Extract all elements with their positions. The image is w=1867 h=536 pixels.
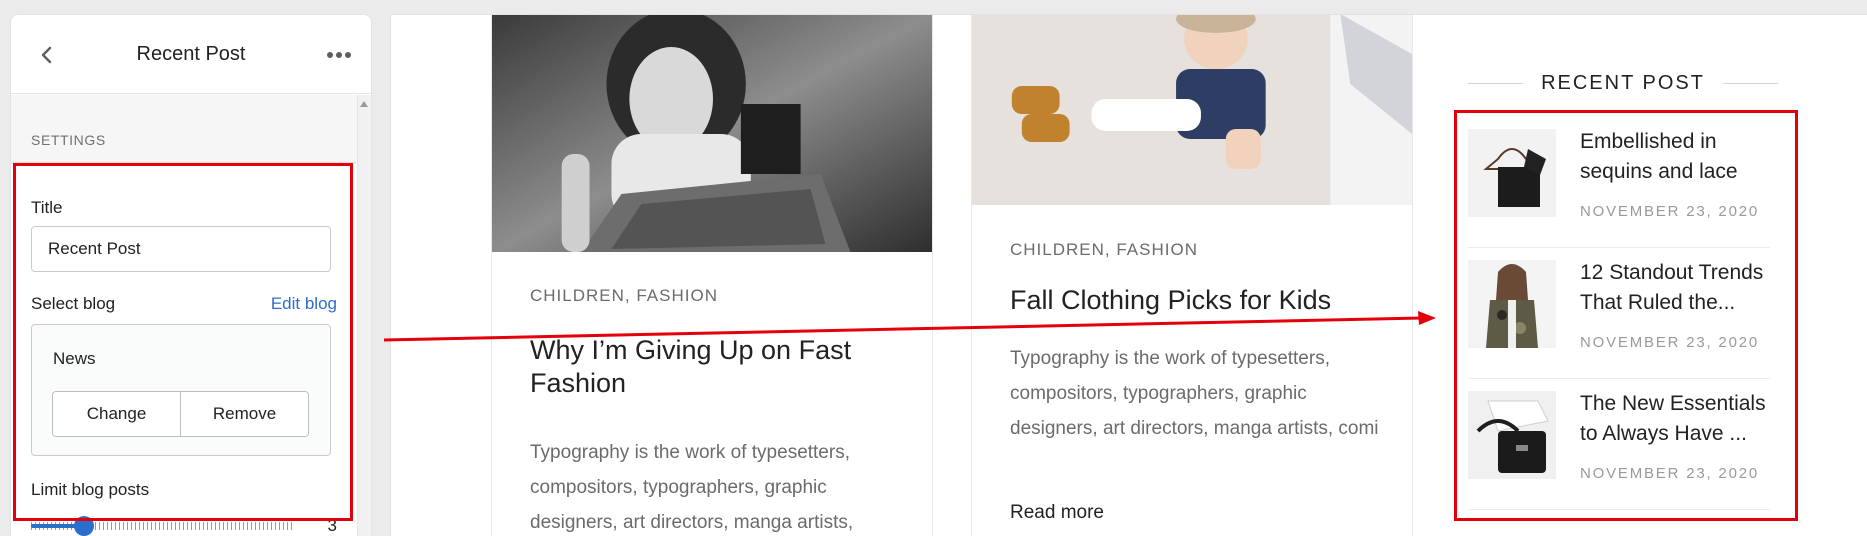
post-excerpt: Typography is the work of typesetters, c…	[1010, 348, 1379, 439]
post-excerpt: Typography is the work of typesetters, c…	[530, 442, 854, 533]
title-input[interactable]	[31, 226, 331, 272]
recent-post-item[interactable]: The New Essentials to Always Have ... NO…	[1468, 379, 1770, 510]
blog-post-card: CHILDREN, FASHION Why I’m Giving Up on F…	[491, 14, 933, 536]
thumbnail-handbag[interactable]	[1468, 391, 1556, 479]
recent-post-date: NOVEMBER 23, 2020	[1580, 334, 1760, 351]
scroll-up-arrow-icon[interactable]	[360, 101, 368, 107]
selected-blog-box: News Change Remove	[31, 324, 331, 456]
post-image-girl-sewing[interactable]	[492, 14, 932, 252]
post-categories[interactable]: CHILDREN, FASHION	[1010, 240, 1198, 260]
recent-post-date: NOVEMBER 23, 2020	[1580, 203, 1760, 220]
scrollbar[interactable]	[357, 95, 371, 536]
recent-post-widget: RECENT POST	[1468, 65, 1778, 101]
recent-post-title[interactable]: Embellished in sequins and lace	[1580, 127, 1770, 187]
recent-post-item[interactable]: Embellished in sequins and lace NOVEMBER…	[1468, 117, 1770, 248]
widget-title: RECENT POST	[1541, 72, 1705, 94]
settings-panel: Recent Post SETTINGS Title Select blog E…	[10, 14, 372, 536]
panel-title: Recent Post	[136, 43, 246, 65]
section-heading: SETTINGS	[11, 95, 371, 163]
recent-post-title[interactable]: The New Essentials to Always Have ...	[1580, 389, 1770, 449]
thumbnail-woman-jacket[interactable]	[1468, 260, 1556, 348]
preview-canvas: CHILDREN, FASHION Why I’m Giving Up on F…	[390, 14, 1867, 536]
select-blog-label: Select blog	[31, 294, 116, 313]
settings-card: Title Select blog Edit blog News Change …	[11, 164, 357, 536]
thumbnail-hanger-bag[interactable]	[1468, 129, 1556, 217]
recent-post-item[interactable]: 12 Standout Trends That Ruled the... NOV…	[1468, 248, 1770, 379]
remove-button[interactable]: Remove	[180, 392, 308, 436]
edit-blog-link[interactable]: Edit blog	[271, 294, 337, 314]
selected-blog-name: News	[53, 349, 96, 368]
slider-thumb[interactable]	[73, 516, 94, 536]
post-image-boy-sitting[interactable]	[972, 14, 1412, 205]
limit-posts-slider[interactable]	[31, 516, 295, 536]
read-more-link[interactable]: Read more	[1010, 502, 1104, 524]
limit-posts-value: 3	[327, 516, 337, 535]
panel-body: SETTINGS Title Select blog Edit blog New…	[11, 95, 371, 536]
post-title[interactable]: Why I’m Giving Up on Fast Fashion	[530, 334, 902, 400]
limit-posts-label: Limit blog posts	[31, 480, 150, 499]
panel-header: Recent Post	[11, 15, 371, 94]
recent-post-date: NOVEMBER 23, 2020	[1580, 465, 1760, 482]
widget-heading: RECENT POST	[1468, 65, 1778, 101]
more-options-icon[interactable]	[323, 43, 355, 67]
recent-post-title[interactable]: 12 Standout Trends That Ruled the...	[1580, 258, 1770, 318]
blog-button-group: Change Remove	[52, 391, 309, 437]
post-title[interactable]: Fall Clothing Picks for Kids	[1010, 284, 1382, 317]
post-categories[interactable]: CHILDREN, FASHION	[530, 286, 718, 306]
blog-post-card: CHILDREN, FASHION Fall Clothing Picks fo…	[971, 14, 1413, 536]
title-label: Title	[31, 198, 63, 217]
change-button[interactable]: Change	[53, 392, 180, 436]
